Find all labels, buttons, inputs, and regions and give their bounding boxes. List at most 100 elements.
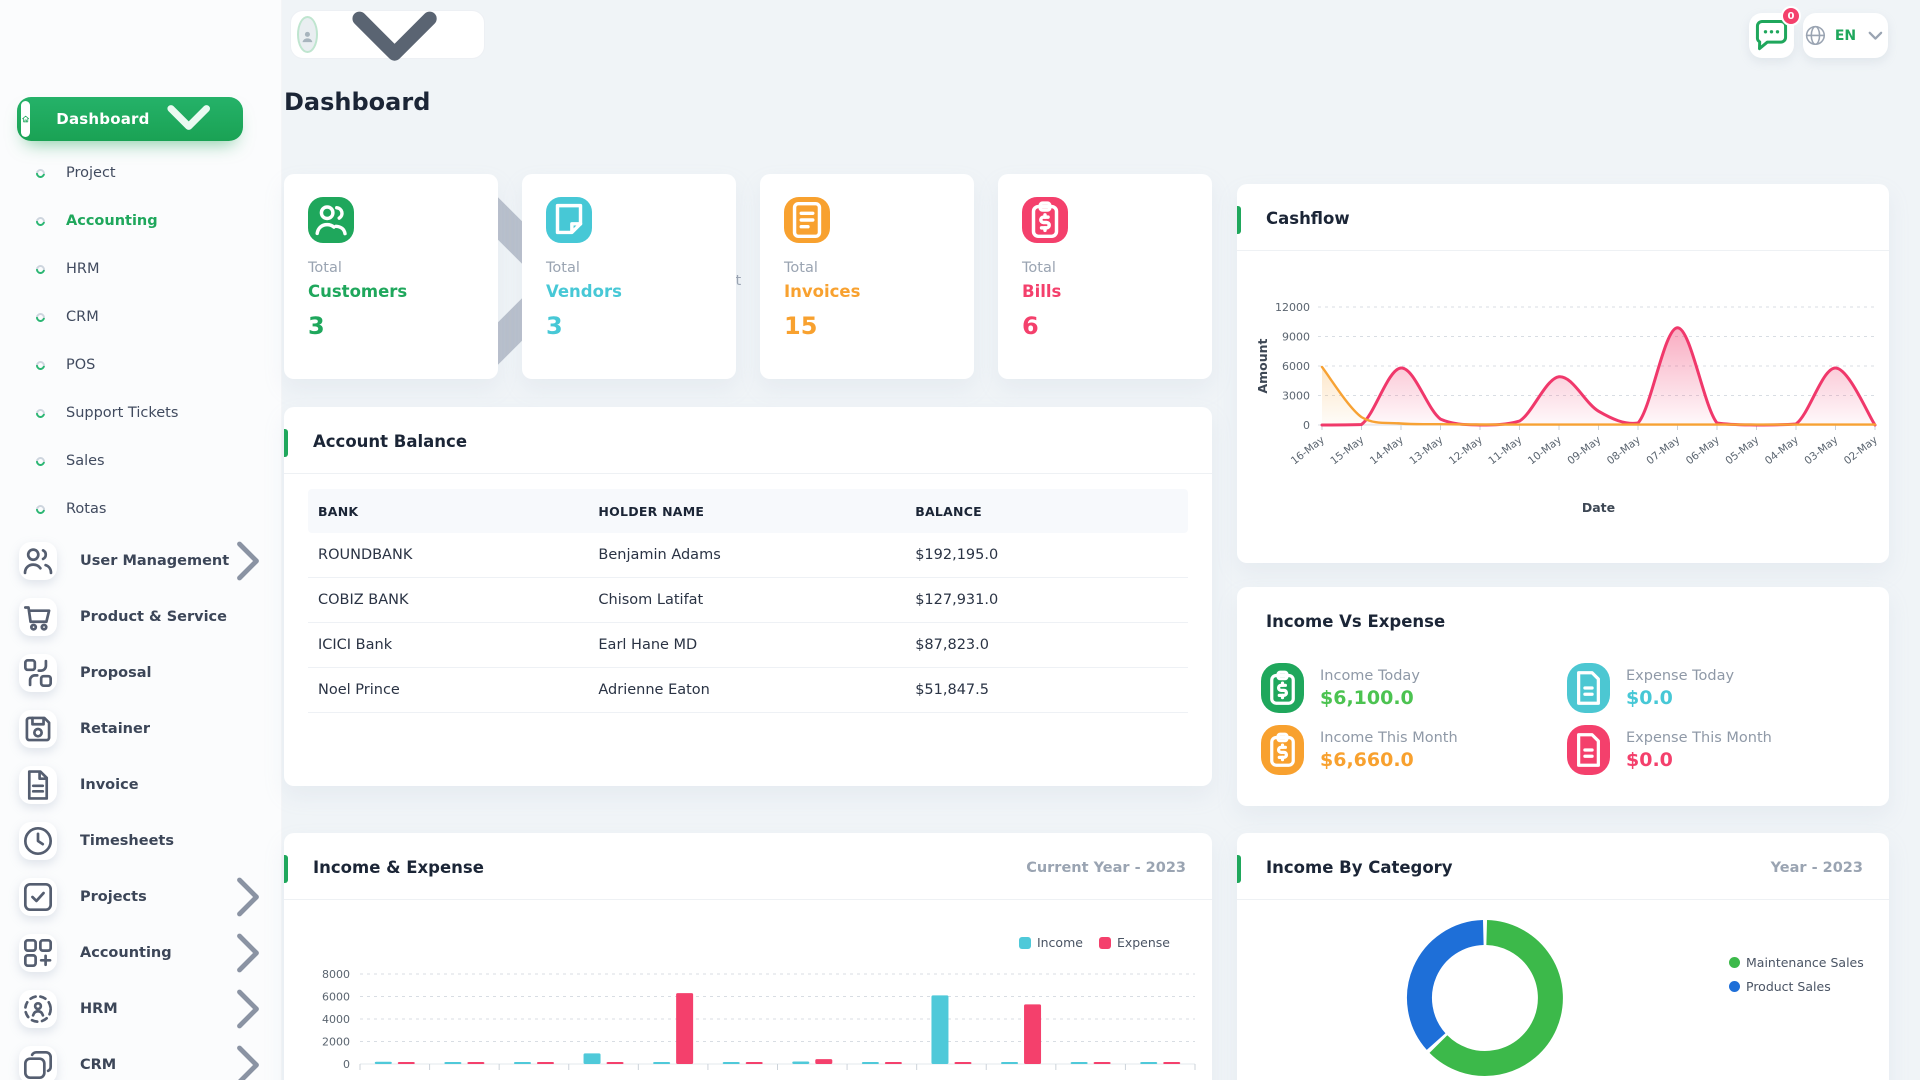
- account-balance-card: Account Balance BANK HOLDER NAME BALANCE…: [284, 407, 1212, 786]
- sidebar-item-crm[interactable]: CRM: [0, 1037, 282, 1080]
- stat-top-label: Total: [308, 260, 474, 276]
- sidebar-item-label: Accounting: [66, 213, 158, 229]
- income-by-category-card: Income By Category Year - 2023 Maintenan…: [1237, 833, 1889, 1080]
- chevron-right-icon: [214, 1031, 282, 1080]
- svg-text:11-May: 11-May: [1486, 434, 1524, 467]
- hrm-icon: [19, 990, 57, 1028]
- divider: [284, 473, 1212, 474]
- legend-item-expense[interactable]: Expense: [1099, 935, 1170, 950]
- sidebar-item-product-service[interactable]: Product & Service: [0, 589, 282, 645]
- sidebar-item-label: Projects: [80, 889, 147, 905]
- table-row: Noel PrinceAdrienne Eaton$51,847.5: [308, 668, 1188, 713]
- chart-legend: Maintenance Sales Product Sales: [1729, 955, 1864, 994]
- sidebar-item-pos[interactable]: POS: [0, 341, 282, 389]
- home-icon: [21, 101, 30, 137]
- sidebar-item-hrm[interactable]: HRM: [0, 981, 282, 1037]
- grid-plus-icon: [19, 934, 57, 972]
- legend-label: Product Sales: [1746, 979, 1831, 994]
- sidebar-item-label: Sales: [66, 453, 105, 469]
- sidebar-item-project[interactable]: Project: [0, 149, 282, 197]
- metric-label: Income Today: [1320, 668, 1420, 684]
- svg-text:Date: Date: [1582, 500, 1615, 515]
- svg-text:0: 0: [343, 1058, 350, 1071]
- metric-value: $0.0: [1626, 749, 1772, 771]
- income-vs-expense-card: Income Vs Expense Income Today$6,100.0Ex…: [1237, 587, 1889, 806]
- stat-name: Invoices: [784, 282, 950, 301]
- chevron-down-icon: [150, 78, 227, 159]
- accent-bar: [1237, 206, 1241, 234]
- stat-name: Bills: [1022, 282, 1188, 301]
- sidebar-item-timesheets[interactable]: Timesheets: [0, 813, 282, 869]
- stat-top-label: Total: [784, 260, 950, 276]
- svg-text:02-May: 02-May: [1842, 434, 1880, 467]
- sidebar-item-label: CRM: [80, 1057, 116, 1073]
- check-square-icon: [19, 878, 57, 916]
- account-balance-table: BANK HOLDER NAME BALANCE ROUNDBANKBenjam…: [308, 489, 1188, 713]
- messages-button[interactable]: 0: [1749, 13, 1794, 58]
- stat-name: Vendors: [546, 282, 712, 301]
- vendors-icon: [546, 197, 592, 243]
- file-icon: [1567, 725, 1610, 775]
- sidebar-item-rotas[interactable]: Rotas: [0, 485, 282, 533]
- cell-bank: COBIZ BANK: [308, 592, 598, 608]
- sidebar-item-label: Support Tickets: [66, 405, 178, 421]
- save-icon: [19, 710, 57, 748]
- legend-item-product-sales[interactable]: Product Sales: [1729, 979, 1864, 994]
- sidebar-item-label: POS: [66, 357, 95, 373]
- sidebar-item-label: CRM: [66, 309, 99, 325]
- legend-swatch: [1729, 981, 1740, 992]
- legend-item-income[interactable]: Income: [1019, 935, 1083, 950]
- clipboard-dollar-icon: [1261, 663, 1304, 713]
- profile-menu[interactable]: [290, 10, 485, 59]
- accent-bar: [284, 429, 288, 457]
- sidebar-item-support-tickets[interactable]: Support Tickets: [0, 389, 282, 437]
- sidebar-item-label: Product & Service: [80, 609, 227, 625]
- globe-icon: [1803, 23, 1828, 48]
- bullet-icon: [34, 167, 47, 180]
- sidebar-item-hrm[interactable]: HRM: [0, 245, 282, 293]
- chevron-down-icon: [150, 78, 227, 155]
- card-title: Account Balance: [313, 432, 467, 451]
- sidebar-item-accounting[interactable]: Accounting: [0, 925, 282, 981]
- sidebar-dashboard-label: Dashboard: [56, 110, 149, 128]
- home-icon: [21, 101, 30, 137]
- metric-label: Income This Month: [1320, 730, 1458, 746]
- sidebar-item-crm[interactable]: CRM: [0, 293, 282, 341]
- notification-badge: 0: [1781, 6, 1801, 26]
- chevron-down-icon: [1863, 23, 1888, 48]
- language-selector[interactable]: EN: [1803, 13, 1888, 58]
- svg-text:07-May: 07-May: [1644, 434, 1682, 467]
- sidebar: Dashboard ProjectAccountingHRMCRMPOSSupp…: [0, 0, 282, 1080]
- sidebar-item-dashboard[interactable]: Dashboard: [17, 97, 243, 141]
- sidebar-item-proposal[interactable]: Proposal: [0, 645, 282, 701]
- sidebar-item-invoice[interactable]: Invoice: [0, 757, 282, 813]
- cell-bank: Noel Prince: [308, 682, 598, 698]
- stat-card-bills: TotalBills6: [998, 174, 1212, 379]
- svg-text:14-May: 14-May: [1368, 434, 1406, 467]
- svg-text:3000: 3000: [1282, 390, 1310, 403]
- proposal-icon: [19, 654, 57, 692]
- divider: [1237, 899, 1889, 900]
- cell-holder-name: Adrienne Eaton: [598, 682, 915, 698]
- metric-label: Expense This Month: [1626, 730, 1772, 746]
- metric-label: Expense Today: [1626, 668, 1734, 684]
- bullet-icon: [34, 503, 47, 516]
- sidebar-item-label: Rotas: [66, 501, 106, 517]
- svg-text:12000: 12000: [1275, 301, 1310, 314]
- sidebar-item-accounting[interactable]: Accounting: [0, 197, 282, 245]
- bullet-icon: [34, 359, 47, 372]
- invoice-icon: [19, 766, 57, 804]
- sidebar-item-retainer[interactable]: Retainer: [0, 701, 282, 757]
- cell-holder-name: Earl Hane MD: [598, 637, 915, 653]
- legend-item-maintenance-sales[interactable]: Maintenance Sales: [1729, 955, 1864, 970]
- svg-text:9000: 9000: [1282, 331, 1310, 344]
- table-row: COBIZ BANKChisom Latifat$127,931.0: [308, 578, 1188, 623]
- col-holder-name: HOLDER NAME: [598, 504, 915, 519]
- metric-expense-today: Expense Today$0.0: [1567, 663, 1734, 713]
- legend-swatch: [1729, 957, 1740, 968]
- sidebar-item-label: Proposal: [80, 665, 151, 681]
- sidebar-item-projects[interactable]: Projects: [0, 869, 282, 925]
- cashflow-card: Cashflow 03000600090001200016-May15-May1…: [1237, 184, 1889, 563]
- sidebar-item-user-management[interactable]: User Management: [0, 533, 282, 589]
- sidebar-item-sales[interactable]: Sales: [0, 437, 282, 485]
